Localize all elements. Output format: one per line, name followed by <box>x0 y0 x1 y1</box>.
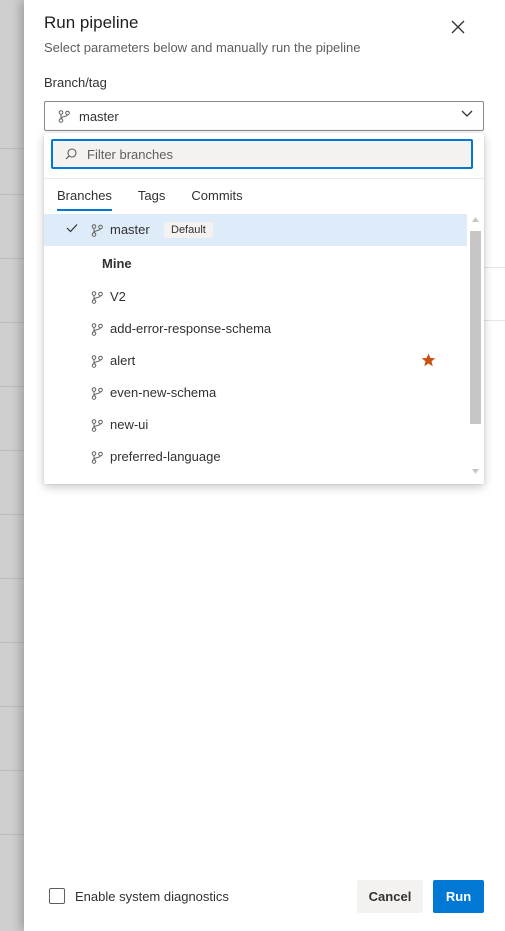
branch-name: preferred-language <box>110 449 221 464</box>
cancel-button[interactable]: Cancel <box>357 880 423 913</box>
panel-subtitle: Select parameters below and manually run… <box>44 40 361 55</box>
background-divider <box>484 267 505 268</box>
list-item-branch[interactable]: even-new-schema <box>44 377 467 409</box>
run-button[interactable]: Run <box>433 880 484 913</box>
branch-icon <box>91 419 103 432</box>
branch-name: new-ui <box>110 417 149 432</box>
backdrop-divider <box>0 322 24 323</box>
branch-dropdown: Branches Tags Commits master Default Min… <box>44 133 484 484</box>
branch-name: alert <box>110 353 136 368</box>
list-item-branch[interactable]: add-error-response-schema <box>44 313 467 345</box>
backdrop-divider <box>0 706 24 707</box>
branch-name: even-new-schema <box>110 385 217 400</box>
branch-name: master <box>110 222 150 237</box>
branch-icon <box>91 291 103 304</box>
branch-icon <box>91 451 103 464</box>
section-header-mine: Mine <box>102 256 132 271</box>
background-divider <box>484 320 505 321</box>
default-badge: Default <box>164 222 213 238</box>
branch-name: V2 <box>110 289 126 304</box>
backdrop-divider <box>0 578 24 579</box>
page-backdrop <box>0 0 24 931</box>
backdrop-divider <box>0 450 24 451</box>
panel-title: Run pipeline <box>44 13 139 32</box>
close-button[interactable] <box>447 16 469 38</box>
branch-icon <box>91 323 103 336</box>
branch-tag-value: master <box>79 108 119 124</box>
branch-tag-select[interactable]: master <box>44 101 484 131</box>
checkmark-icon <box>66 223 78 233</box>
backdrop-divider <box>0 386 24 387</box>
backdrop-divider <box>0 642 24 643</box>
diagnostics-checkbox[interactable] <box>49 888 65 904</box>
branch-icon <box>91 387 103 400</box>
backdrop-divider <box>0 514 24 515</box>
filter-branches-input[interactable] <box>85 145 469 163</box>
scrollbar-thumb[interactable] <box>470 231 481 424</box>
scroll-down-icon[interactable] <box>472 469 479 474</box>
search-icon <box>65 148 77 160</box>
branch-icon <box>58 109 70 123</box>
branch-list-scrollbar[interactable] <box>467 214 484 484</box>
branch-tag-label: Branch/tag <box>44 75 107 90</box>
filter-branches-field[interactable] <box>51 139 473 169</box>
list-item-branch[interactable]: V2 <box>44 281 467 313</box>
tab-branches[interactable]: Branches <box>57 188 112 211</box>
close-icon <box>451 20 465 34</box>
tab-tags[interactable]: Tags <box>138 188 165 208</box>
backdrop-divider <box>0 194 24 195</box>
branch-type-tabs: Branches Tags Commits <box>57 188 269 212</box>
backdrop-divider <box>0 770 24 771</box>
branch-icon <box>91 355 103 368</box>
tab-commits[interactable]: Commits <box>191 188 242 208</box>
list-item-branch[interactable]: preferred-language <box>44 441 467 473</box>
backdrop-divider <box>0 258 24 259</box>
list-item-branch[interactable]: alert <box>44 345 467 377</box>
list-item-branch[interactable]: new-ui <box>44 409 467 441</box>
branch-icon <box>91 224 103 237</box>
backdrop-divider <box>0 834 24 835</box>
diagnostics-label[interactable]: Enable system diagnostics <box>75 889 229 904</box>
branch-name: add-error-response-schema <box>110 321 272 336</box>
dropdown-divider <box>44 178 484 179</box>
list-item-master[interactable]: master Default <box>44 214 467 246</box>
branch-list: master Default Mine V2 add-error-respons… <box>44 214 467 484</box>
favorite-star-icon[interactable] <box>421 353 436 367</box>
scroll-up-icon[interactable] <box>472 217 479 222</box>
backdrop-divider <box>0 148 24 149</box>
chevron-down-icon <box>461 110 473 118</box>
